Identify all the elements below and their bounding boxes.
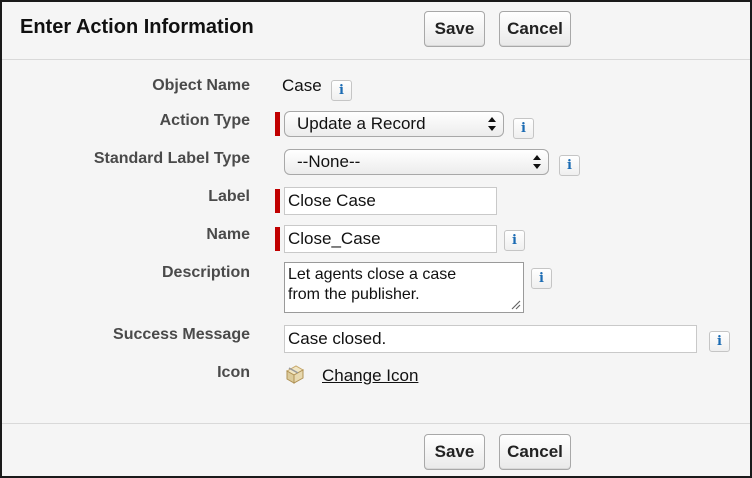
action-info-panel: Enter Action Information Save Cancel Obj… bbox=[0, 0, 752, 478]
action-type-select[interactable]: Update a Record bbox=[284, 111, 504, 137]
label-field-label: Label bbox=[208, 188, 250, 205]
footer-cancel-button[interactable]: Cancel bbox=[499, 434, 571, 470]
object-name-info-icon[interactable]: i bbox=[331, 80, 352, 101]
name-info-icon[interactable]: i bbox=[504, 230, 525, 251]
action-type-info-icon[interactable]: i bbox=[513, 118, 534, 139]
action-type-label: Action Type bbox=[159, 112, 250, 129]
success-message-label: Success Message bbox=[113, 326, 250, 343]
description-line-2: from the publisher. bbox=[288, 286, 420, 303]
package-icon bbox=[285, 365, 305, 384]
description-label: Description bbox=[161, 264, 250, 281]
required-marker bbox=[275, 112, 280, 136]
panel-header: Enter Action Information Save Cancel bbox=[2, 2, 750, 60]
change-icon-link[interactable]: Change Icon bbox=[322, 366, 418, 386]
description-line-1: Let agents close a case bbox=[288, 266, 457, 283]
standard-label-type-label: Standard Label Type bbox=[93, 150, 250, 167]
success-message-info-icon[interactable]: i bbox=[709, 331, 730, 352]
name-field-label: Name bbox=[206, 226, 250, 243]
object-name-label: Object Name bbox=[152, 77, 250, 94]
name-input[interactable]: Close_Case bbox=[284, 225, 497, 253]
object-name-value: Case bbox=[282, 76, 322, 95]
success-message-input[interactable]: Case closed. bbox=[284, 325, 697, 353]
action-type-value: Update a Record bbox=[297, 114, 426, 133]
save-button[interactable]: Save bbox=[424, 11, 485, 47]
label-input[interactable]: Close Case bbox=[284, 187, 497, 215]
icon-field-label: Icon bbox=[217, 364, 250, 381]
panel-footer: Save Cancel bbox=[2, 423, 750, 476]
standard-label-type-info-icon[interactable]: i bbox=[559, 155, 580, 176]
description-info-icon[interactable]: i bbox=[531, 268, 552, 289]
resize-grip-icon[interactable] bbox=[510, 299, 521, 310]
footer-save-button[interactable]: Save bbox=[424, 434, 485, 470]
description-textarea[interactable]: Let agents close a case from the publish… bbox=[284, 262, 524, 313]
standard-label-type-value: --None-- bbox=[297, 152, 361, 171]
standard-label-type-select[interactable]: --None-- bbox=[284, 149, 549, 175]
page-title: Enter Action Information bbox=[20, 16, 254, 38]
required-marker bbox=[275, 227, 280, 251]
cancel-button[interactable]: Cancel bbox=[499, 11, 571, 47]
select-arrows-icon bbox=[533, 155, 541, 169]
select-arrows-icon bbox=[488, 117, 496, 131]
required-marker bbox=[275, 189, 280, 213]
